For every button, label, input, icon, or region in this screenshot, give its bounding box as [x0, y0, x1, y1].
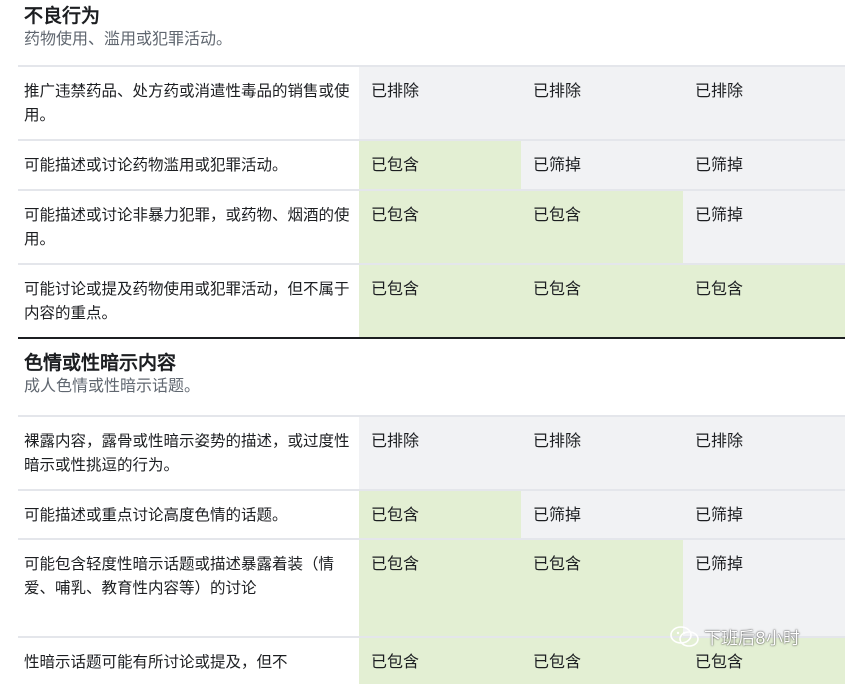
row-description: 可能包含轻度性暗示话题或描述暴露着装（情爱、哺乳、教育性内容等）的讨论 [24, 555, 335, 597]
table-row: 可能描述或讨论非暴力犯罪，或药物、烟酒的使用。 已包含 已包含 已筛掉 [18, 189, 845, 263]
status-cell: 已包含 [359, 265, 521, 337]
status-cell: 已排除 [683, 417, 845, 489]
row-description: 可能描述或重点讨论高度色情的话题。 [24, 506, 288, 524]
status-cell: 已包含 [521, 191, 683, 263]
section-header-sexual-content: 色情或性暗示内容 成人色情或性暗示话题。 [18, 339, 845, 415]
table-row: 可能讨论或提及药物使用或犯罪活动，但不属于内容的重点。 已包含 已包含 已包含 [18, 263, 845, 337]
row-description: 可能讨论或提及药物使用或犯罪活动，但不属于内容的重点。 [24, 280, 350, 322]
row-description: 可能描述或讨论药物滥用或犯罪活动。 [24, 156, 288, 174]
row-description: 裸露内容，露骨或性暗示姿势的描述，或过度性暗示或性挑逗的行为。 [24, 432, 350, 474]
status-cell: 已筛掉 [521, 141, 683, 189]
status-cell: 已包含 [683, 265, 845, 337]
table-row: 推广违禁药品、处方药或消遣性毒品的销售或使用。 已排除 已排除 已排除 [18, 65, 845, 139]
status-cell: 已排除 [359, 67, 521, 139]
section-header-misconduct: 不良行为 药物使用、滥用或犯罪活动。 [18, 0, 845, 65]
policy-table-page: 不良行为 药物使用、滥用或犯罪活动。 推广违禁药品、处方药或消遣性毒品的销售或使… [18, 0, 845, 684]
status-cell: 已筛掉 [683, 191, 845, 263]
status-cell: 已排除 [359, 417, 521, 489]
row-description: 推广违禁药品、处方药或消遣性毒品的销售或使用。 [24, 82, 350, 124]
row-description: 性暗示话题可能有所讨论或提及，但不 [24, 653, 288, 671]
status-cell: 已包含 [359, 141, 521, 189]
section-title: 色情或性暗示内容 [24, 352, 177, 374]
table-row: 裸露内容，露骨或性暗示姿势的描述，或过度性暗示或性挑逗的行为。 已排除 已排除 … [18, 415, 845, 489]
status-cell: 已筛掉 [683, 540, 845, 636]
status-cell: 已排除 [683, 67, 845, 139]
status-cell: 已包含 [359, 191, 521, 263]
status-cell: 已包含 [683, 638, 845, 684]
status-cell: 已排除 [521, 67, 683, 139]
status-cell: 已筛掉 [683, 491, 845, 538]
section-title: 不良行为 [24, 5, 101, 27]
section-subtitle: 药物使用、滥用或犯罪活动。 [24, 29, 233, 48]
table-row: 可能描述或重点讨论高度色情的话题。 已包含 已筛掉 已筛掉 [18, 489, 845, 538]
status-cell: 已包含 [521, 638, 683, 684]
status-cell: 已排除 [521, 417, 683, 489]
table-row: 可能包含轻度性暗示话题或描述暴露着装（情爱、哺乳、教育性内容等）的讨论 已包含 … [18, 538, 845, 636]
status-cell: 已包含 [359, 491, 521, 538]
status-cell: 已包含 [359, 540, 521, 636]
status-cell: 已包含 [359, 638, 521, 684]
status-cell: 已筛掉 [683, 141, 845, 189]
status-cell: 已包含 [521, 540, 683, 636]
table-row: 可能描述或讨论药物滥用或犯罪活动。 已包含 已筛掉 已筛掉 [18, 139, 845, 189]
section-subtitle: 成人色情或性暗示话题。 [24, 376, 201, 395]
status-cell: 已筛掉 [521, 491, 683, 538]
status-cell: 已包含 [521, 265, 683, 337]
row-description: 可能描述或讨论非暴力犯罪，或药物、烟酒的使用。 [24, 206, 350, 248]
